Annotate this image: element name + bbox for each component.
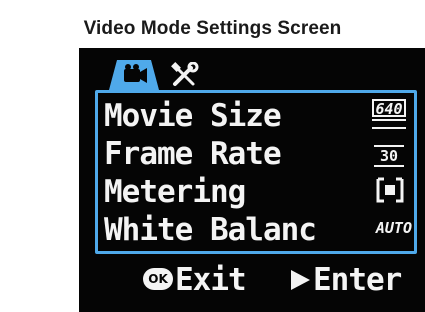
ok-button-icon: OK — [143, 268, 173, 290]
frame-rate-value: 30 — [374, 145, 404, 167]
camera-lcd-screen: Movie Size Frame Rate Metering White Bal… — [79, 48, 425, 312]
exit-hint[interactable]: Exit — [175, 260, 247, 300]
menu-item-label: White Balanc — [104, 212, 317, 248]
movie-size-resolution-icon — [372, 119, 406, 129]
menu-item-movie-size[interactable]: Movie Size — [104, 97, 282, 135]
menu-item-metering[interactable]: Metering — [104, 173, 246, 211]
menu-item-label: Metering — [104, 174, 246, 210]
enter-hint[interactable]: Enter — [313, 260, 402, 300]
menu-item-frame-rate[interactable]: Frame Rate — [104, 135, 282, 173]
movie-size-value-text: 640 — [372, 99, 406, 118]
softkey-hints: OK Exit Enter — [143, 260, 413, 300]
film-camera-icon — [109, 60, 159, 90]
metering-value — [376, 177, 404, 203]
menu-item-white-balance[interactable]: White Balanc — [104, 211, 317, 249]
tab-video[interactable] — [109, 60, 159, 90]
menu-item-label: Movie Size — [104, 98, 282, 134]
center-spot-metering-icon — [376, 177, 404, 203]
white-balance-value: AUTO — [375, 219, 412, 237]
tab-setup[interactable] — [169, 61, 201, 88]
play-arrow-icon — [291, 270, 310, 290]
menu-item-label: Frame Rate — [104, 136, 282, 172]
figure-caption: Video Mode Settings Screen — [83, 18, 342, 39]
settings-menu: Movie Size Frame Rate Metering White Bal… — [95, 90, 417, 254]
menu-tabs — [109, 60, 229, 90]
tools-icon — [171, 61, 199, 86]
movie-size-value: 640 — [372, 99, 406, 129]
